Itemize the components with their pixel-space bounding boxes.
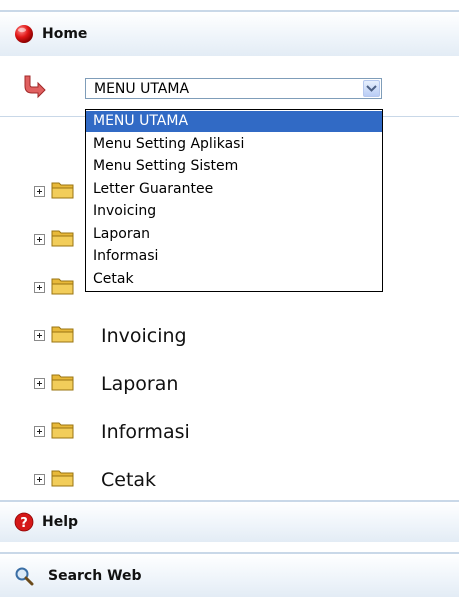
expand-plus-icon[interactable]: [34, 234, 45, 245]
return-arrow-icon[interactable]: [22, 73, 48, 99]
folder-icon: [51, 278, 74, 295]
dropdown-option[interactable]: Laporan: [86, 224, 382, 245]
dropdown-option[interactable]: Menu Setting Sistem: [86, 156, 382, 177]
menu-dropdown-list[interactable]: MENU UTAMA Menu Setting Aplikasi Menu Sett…: [85, 109, 383, 292]
tree-item[interactable]: Invoicing: [0, 324, 459, 348]
dropdown-option[interactable]: Menu Setting Aplikasi: [86, 134, 382, 155]
tree-item[interactable]: Laporan: [0, 372, 459, 396]
search-web-label: Search Web: [48, 567, 142, 584]
home-panel-header[interactable]: Home: [0, 10, 459, 56]
help-panel-header[interactable]: ? Help: [0, 500, 459, 542]
folder-icon: [51, 326, 74, 343]
tree-item[interactable]: Informasi: [0, 420, 459, 444]
dropdown-option[interactable]: Invoicing: [86, 201, 382, 222]
svg-text:?: ?: [20, 516, 28, 531]
search-panel-header[interactable]: Search Web: [0, 552, 459, 597]
tree-item-label: Laporan: [101, 373, 179, 395]
dropdown-arrow-button[interactable]: [363, 80, 380, 97]
folder-icon: [51, 374, 74, 391]
dropdown-option[interactable]: Cetak: [86, 269, 382, 290]
tree-item-label: Informasi: [101, 421, 190, 443]
folder-icon: [51, 422, 74, 439]
menu-select[interactable]: MENU UTAMA: [85, 78, 382, 99]
tree-item[interactable]: Cetak: [0, 468, 459, 492]
expand-plus-icon[interactable]: [34, 474, 45, 485]
tree-item-label: Invoicing: [101, 325, 187, 347]
folder-icon: [51, 182, 74, 199]
expand-plus-icon[interactable]: [34, 330, 45, 341]
help-label: Help: [42, 514, 79, 530]
dropdown-option[interactable]: MENU UTAMA: [86, 111, 382, 132]
folder-icon: [51, 230, 74, 247]
folder-icon: [51, 470, 74, 487]
home-label: Home: [42, 26, 88, 42]
home-icon: [15, 25, 33, 43]
menu-combo-row: MENU UTAMA: [0, 67, 459, 107]
expand-plus-icon[interactable]: [34, 378, 45, 389]
magnifier-icon: [15, 567, 34, 585]
help-icon: ?: [14, 512, 34, 532]
dropdown-option[interactable]: Informasi: [86, 246, 382, 267]
menu-select-value: MENU UTAMA: [94, 81, 190, 97]
expand-plus-icon[interactable]: [34, 426, 45, 437]
expand-plus-icon[interactable]: [34, 186, 45, 197]
dropdown-option[interactable]: Letter Guarantee: [86, 179, 382, 200]
tree-item-label: Cetak: [101, 469, 157, 491]
chevron-down-icon: [366, 85, 377, 92]
expand-plus-icon[interactable]: [34, 282, 45, 293]
